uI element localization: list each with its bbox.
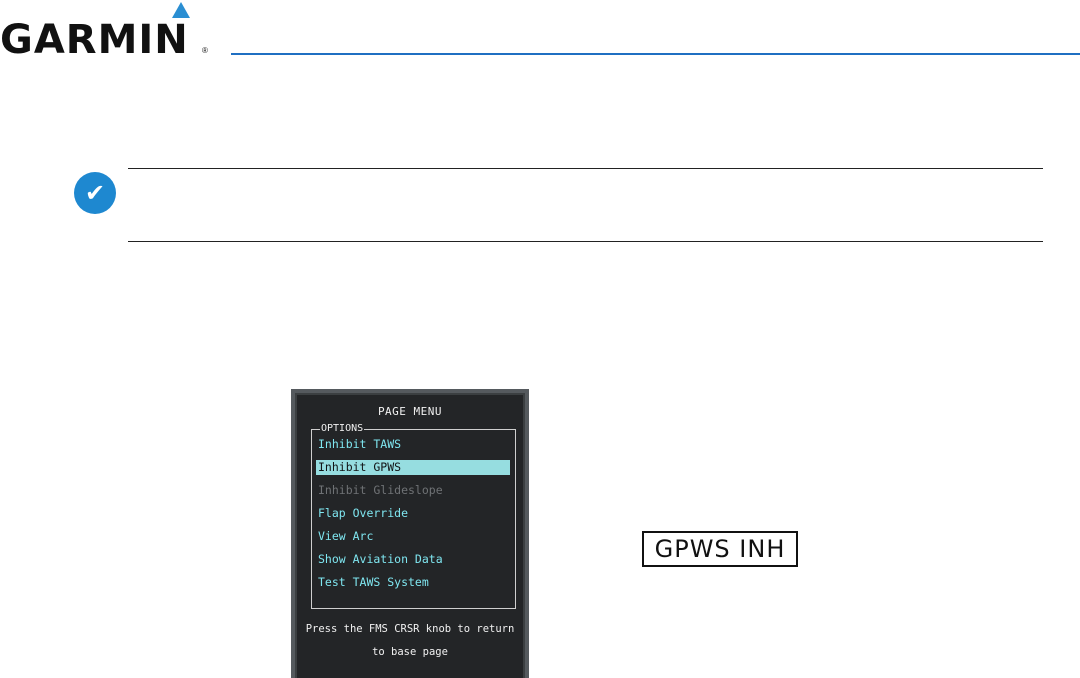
menu-item-flap-override[interactable]: Flap Override	[316, 506, 510, 521]
menu-item-show-aviation-data[interactable]: Show Aviation Data	[316, 552, 510, 567]
menu-item-inhibit-glideslope: Inhibit Glideslope	[318, 483, 443, 497]
menu-item-view-arc[interactable]: View Arc	[316, 529, 510, 544]
options-label: OPTIONS	[320, 422, 365, 435]
options-group: OPTIONS Inhibit TAWS Inhibit GPWS Inhibi…	[311, 422, 516, 609]
instructions-line-1: Press the FMS CRSR knob to return	[305, 623, 515, 635]
page-menu-instructions: Press the FMS CRSR knob to return to bas…	[297, 618, 523, 664]
header-rule	[231, 53, 1080, 55]
menu-item-test-taws-system[interactable]: Test TAWS System	[316, 575, 510, 590]
menu-item-inhibit-gpws[interactable]: Inhibit GPWS	[316, 460, 510, 475]
gpws-inhibit-annunciator: GPWS INH	[642, 531, 798, 567]
garmin-logo: GARMIN ®	[0, 0, 215, 63]
logo-wordmark: GARMIN	[0, 17, 189, 63]
page-menu-title: PAGE MENU	[377, 405, 443, 418]
page-menu-body: PAGE MENU OPTIONS Inhibit TAWS Inhibit G…	[297, 395, 523, 678]
instructions-line-2: to base page	[372, 646, 448, 658]
logo-triangle-icon	[172, 2, 190, 18]
page-menu-window: PAGE MENU OPTIONS Inhibit TAWS Inhibit G…	[291, 389, 529, 678]
note-rule-bottom	[128, 241, 1043, 242]
note-rule-top	[128, 168, 1043, 169]
checkmark-icon: ✔	[74, 172, 116, 214]
menu-item-inhibit-taws[interactable]: Inhibit TAWS	[316, 437, 510, 452]
registered-mark: ®	[202, 46, 208, 55]
